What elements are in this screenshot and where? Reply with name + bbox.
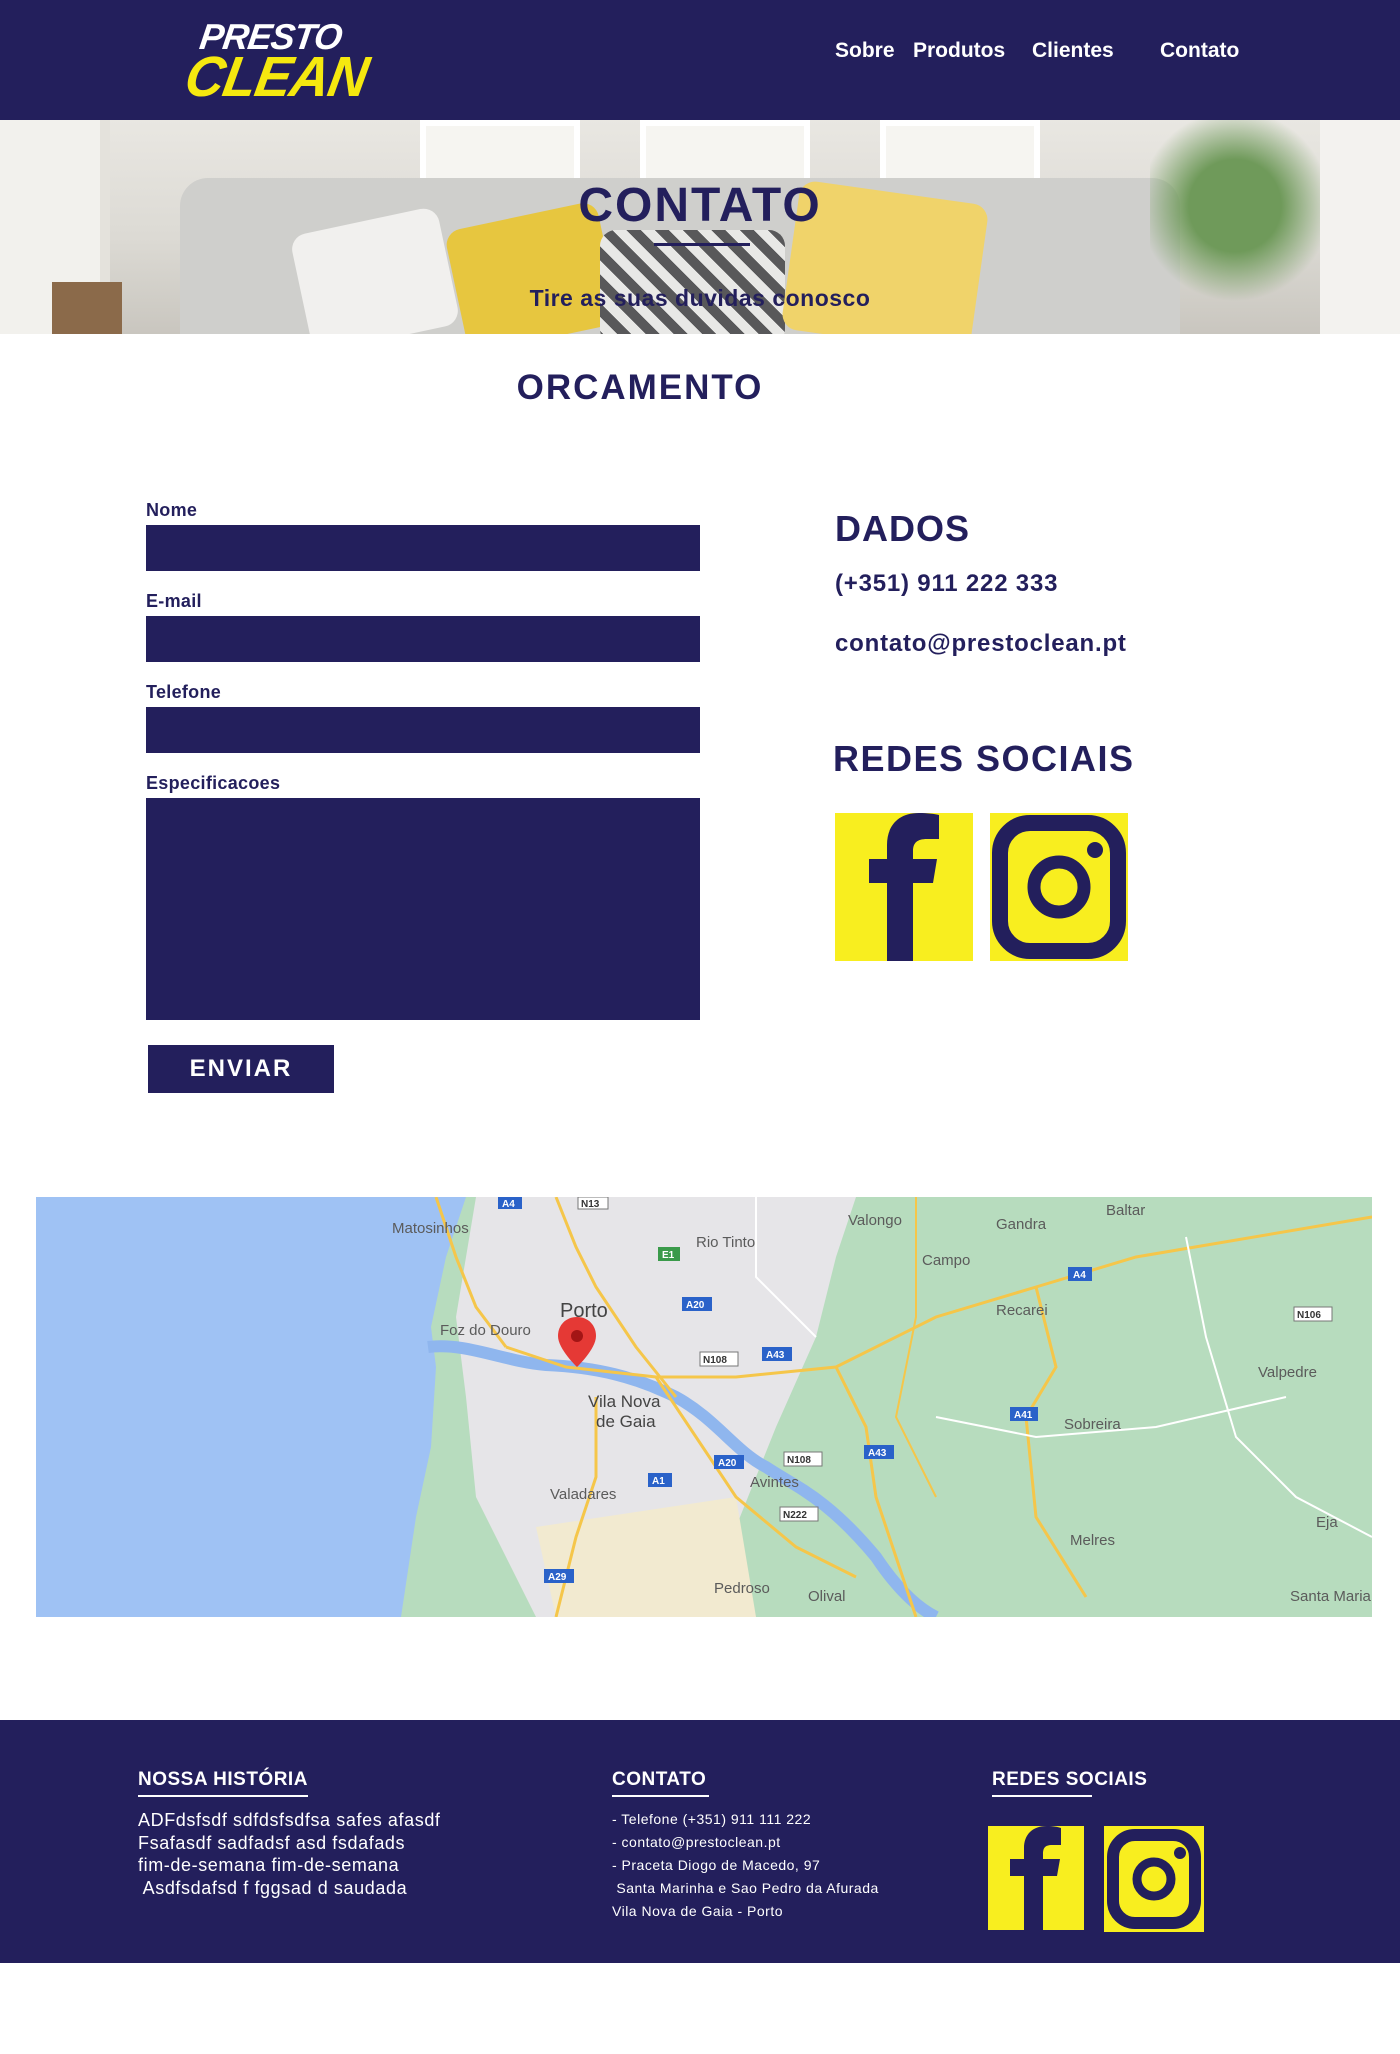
hero-title: CONTATO xyxy=(578,179,822,232)
instagram-icon xyxy=(1107,1829,1201,1929)
quote-section-title: ORCAMENTO xyxy=(516,368,764,407)
instagram-icon xyxy=(992,815,1126,959)
map-label: Valongo xyxy=(848,1212,902,1229)
email-label: E-mail xyxy=(146,591,202,611)
road-badge: A4 xyxy=(1073,1270,1086,1281)
map-canvas: Matosinhos Rio Tinto Valongo Gandra Balt… xyxy=(36,1197,1372,1617)
facebook-icon xyxy=(869,813,939,961)
phone-label: Telefone xyxy=(146,682,222,702)
footer-social-underline xyxy=(992,1795,1092,1797)
instagram-link[interactable] xyxy=(990,813,1128,961)
road-badge: N13 xyxy=(581,1199,600,1210)
name-label: Nome xyxy=(146,500,198,520)
map-label: Pedroso xyxy=(714,1580,770,1597)
facebook-icon xyxy=(1010,1826,1061,1930)
road-badge: A43 xyxy=(868,1448,887,1459)
footer-facebook-link[interactable] xyxy=(988,1826,1084,1930)
site-footer: NOSSA HISTÓRIA ADFdsfsdf sdfdsfsdfsa saf… xyxy=(0,1720,1400,1963)
map-label: Recarei xyxy=(996,1302,1048,1319)
road-badge: N108 xyxy=(787,1455,811,1466)
road-badge: A4 xyxy=(502,1199,515,1210)
presto-clean-logo[interactable]: PRESTO CLEAN xyxy=(180,16,372,109)
map-label: Vila Nova xyxy=(588,1392,661,1411)
map-label: Santa Maria xyxy=(1290,1588,1372,1605)
footer-history-title: NOSSA HISTÓRIA xyxy=(138,1769,308,1790)
contact-email[interactable]: contato@prestoclean.pt xyxy=(835,630,1127,658)
road-badge: N108 xyxy=(703,1355,727,1366)
map-label: de Gaia xyxy=(596,1412,656,1431)
map-label: Foz do Douro xyxy=(440,1322,531,1339)
road-badge: A43 xyxy=(766,1350,785,1361)
send-button[interactable]: ENVIAR xyxy=(148,1045,334,1093)
road-badge: N106 xyxy=(1297,1310,1321,1321)
map-label: Baltar xyxy=(1106,1202,1145,1219)
map-label: Valadares xyxy=(550,1486,616,1503)
road-badge: A20 xyxy=(686,1300,705,1311)
phone-field[interactable] xyxy=(146,707,700,753)
footer-instagram-link[interactable] xyxy=(1104,1826,1204,1932)
map-label: Valpedre xyxy=(1258,1364,1317,1381)
map-label: Olival xyxy=(808,1588,846,1605)
logo-line-2: CLEAN xyxy=(180,45,373,109)
map-label: Sobreira xyxy=(1064,1416,1121,1433)
footer-contact-title: CONTATO xyxy=(612,1769,707,1790)
location-map[interactable]: Matosinhos Rio Tinto Valongo Gandra Balt… xyxy=(36,1197,1372,1617)
hero-subtitle: Tire as suas duvidas conosco xyxy=(529,285,871,311)
road-badge: N222 xyxy=(783,1510,807,1521)
map-label: Campo xyxy=(922,1252,970,1269)
hero-banner: CONTATO Tire as suas duvidas conosco xyxy=(0,120,1400,334)
facebook-link[interactable] xyxy=(835,813,973,961)
specifications-label: Especificacoes xyxy=(146,773,281,793)
contact-phone[interactable]: (+351) 911 222 333 xyxy=(835,570,1058,598)
footer-history-underline xyxy=(138,1795,308,1797)
social-networks-title: REDES SOCIAIS xyxy=(833,738,1135,779)
road-badge: E1 xyxy=(662,1250,675,1261)
nav-link-produtos[interactable]: Produtos xyxy=(913,36,1005,66)
footer-history-text: ADFdsfsdf sdfdsfsdfsa safes afasdf Fsafa… xyxy=(138,1810,441,1898)
map-label: Matosinhos xyxy=(392,1220,469,1237)
footer-contact-text: - Telefone (+351) 911 111 222 - contato@… xyxy=(612,1811,879,1919)
map-label: Gandra xyxy=(996,1216,1047,1233)
email-field[interactable] xyxy=(146,616,700,662)
hero-title-underline xyxy=(654,243,750,246)
map-label: Eja xyxy=(1316,1514,1338,1531)
map-label: Rio Tinto xyxy=(696,1234,755,1251)
map-label: Melres xyxy=(1070,1532,1115,1549)
top-navbar: PRESTO CLEAN Sobre Produtos Clientes Con… xyxy=(0,0,1400,120)
nav-link-sobre[interactable]: Sobre xyxy=(835,36,895,66)
footer-contact-underline xyxy=(612,1795,709,1797)
specifications-field[interactable] xyxy=(146,798,700,1020)
nav-link-clientes[interactable]: Clientes xyxy=(1032,36,1114,66)
footer-social-title: REDES SOCIAIS xyxy=(992,1769,1148,1790)
contact-data-title: DADOS xyxy=(835,508,971,549)
name-field[interactable] xyxy=(146,525,700,571)
nav-link-contato[interactable]: Contato xyxy=(1160,36,1239,66)
map-label: Avintes xyxy=(750,1474,799,1491)
road-badge: A1 xyxy=(652,1476,665,1487)
road-badge: A29 xyxy=(548,1572,567,1583)
road-badge: A20 xyxy=(718,1458,737,1469)
road-badge: A41 xyxy=(1014,1410,1033,1421)
